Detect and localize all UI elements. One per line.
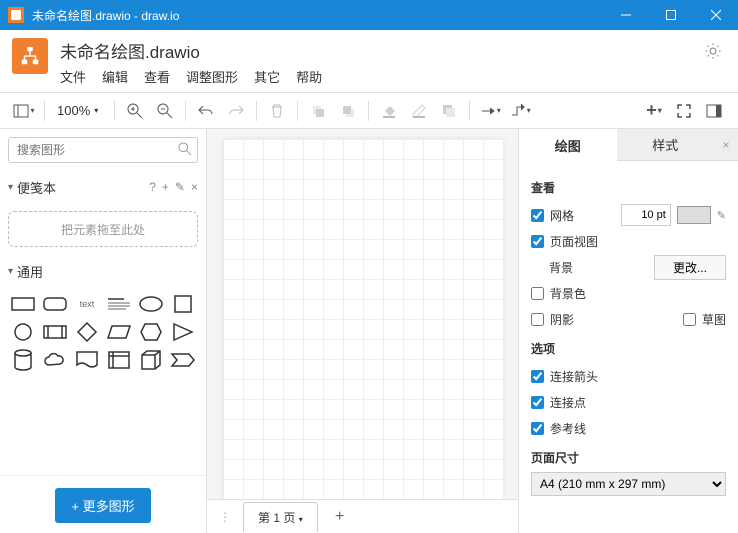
window-title: 未命名绘图.drawio - draw.io [32,7,603,24]
insert-button[interactable]: +▾ [640,97,668,125]
add-icon[interactable]: + [162,180,169,194]
line-color-button[interactable] [405,97,433,125]
view-toggle-button[interactable]: ▾ [10,97,38,125]
chevron-down-icon: ▾ [8,266,13,277]
fullscreen-button[interactable] [670,97,698,125]
search-input[interactable] [8,137,198,163]
edit-icon[interactable]: ✎ [717,209,726,222]
page-tab-1[interactable]: 第 1 页 ▾ [243,502,318,532]
shape-process[interactable] [40,319,70,345]
shape-diamond[interactable] [72,319,102,345]
shape-internal-storage[interactable] [104,347,134,373]
conn-arrows-checkbox[interactable] [531,370,544,383]
sketch-checkbox[interactable] [683,313,696,326]
menu-extras[interactable]: 其它 [254,67,280,86]
page[interactable] [223,139,503,499]
shape-ellipse[interactable] [136,291,166,317]
general-section[interactable]: ▾ 通用 [8,259,198,283]
shadow-button[interactable] [435,97,463,125]
shape-rectangle[interactable] [8,291,38,317]
app-logo [12,38,48,74]
options-group-label: 选项 [531,340,726,357]
grid-checkbox[interactable] [531,209,544,222]
shapes-palette: text [0,287,206,377]
page-view-checkbox[interactable] [531,235,544,248]
shape-text[interactable]: text [72,291,102,317]
background-color-checkbox[interactable] [531,287,544,300]
to-front-button[interactable] [304,97,332,125]
header: 未命名绘图.drawio 文件 编辑 查看 调整图形 其它 帮助 [0,30,738,93]
tab-diagram[interactable]: 绘图 [519,129,617,161]
shape-triangle[interactable] [168,319,198,345]
menu-edit[interactable]: 编辑 [102,67,128,86]
grid-size-input[interactable] [621,204,671,226]
shape-document[interactable] [72,347,102,373]
right-panel: 绘图 样式 × 查看 网格 ✎ 页面视图 背景 更改... [518,129,738,533]
menu-help[interactable]: 帮助 [296,67,322,86]
titlebar: 未命名绘图.drawio - draw.io [0,0,738,30]
grid-color-swatch[interactable] [677,206,711,224]
help-icon[interactable]: ? [149,180,156,194]
menu-arrange[interactable]: 调整图形 [186,67,238,86]
view-group-label: 查看 [531,179,726,196]
page-size-select[interactable]: A4 (210 mm x 297 mm) [531,472,726,496]
fill-color-button[interactable] [375,97,403,125]
shape-rounded-rectangle[interactable] [40,291,70,317]
add-page-button[interactable]: + [326,503,354,531]
waypoint-button[interactable]: ▾ [506,97,534,125]
search-icon[interactable] [178,142,192,159]
zoom-in-button[interactable] [121,97,149,125]
canvas[interactable] [207,129,518,499]
shape-parallelogram[interactable] [104,319,134,345]
theme-toggle-button[interactable] [700,38,726,67]
scratchpad-section[interactable]: ▾ 便笺本 ? + ✎ × [8,175,198,199]
shadow-checkbox[interactable] [531,313,544,326]
minimize-button[interactable] [603,0,648,30]
shape-cloud[interactable] [40,347,70,373]
change-background-button[interactable]: 更改... [654,255,726,280]
app-icon [8,7,24,23]
edit-icon[interactable]: ✎ [175,180,185,194]
left-panel: ▾ 便笺本 ? + ✎ × 把元素拖至此处 ▾ 通用 text [0,129,207,533]
toolbar: ▾ 100%▾ ▾ ▾ +▾ [0,93,738,129]
tab-style[interactable]: 样式 [617,129,715,161]
page-size-label: 页面尺寸 [531,449,726,466]
document-title[interactable]: 未命名绘图.drawio [60,38,700,63]
zoom-dropdown[interactable]: 100%▾ [51,97,108,125]
connection-button[interactable]: ▾ [476,97,504,125]
shape-cylinder[interactable] [8,347,38,373]
chevron-down-icon: ▾ [8,182,13,193]
shape-heading[interactable] [104,291,134,317]
close-button[interactable] [693,0,738,30]
shape-hexagon[interactable] [136,319,166,345]
menu-view[interactable]: 查看 [144,67,170,86]
close-panel-button[interactable]: × [714,129,738,161]
pages-menu-icon[interactable]: ⋮ [215,510,235,524]
shape-circle[interactable] [8,319,38,345]
delete-button[interactable] [263,97,291,125]
undo-button[interactable] [192,97,220,125]
menubar: 文件 编辑 查看 调整图形 其它 帮助 [60,67,700,92]
shape-step[interactable] [168,347,198,373]
maximize-button[interactable] [648,0,693,30]
to-back-button[interactable] [334,97,362,125]
format-panel-button[interactable] [700,97,728,125]
menu-file[interactable]: 文件 [60,67,86,86]
redo-button[interactable] [222,97,250,125]
shape-square[interactable] [168,291,198,317]
close-icon[interactable]: × [191,180,198,194]
guides-checkbox[interactable] [531,422,544,435]
shape-cube[interactable] [136,347,166,373]
zoom-out-button[interactable] [151,97,179,125]
scratchpad-dropzone[interactable]: 把元素拖至此处 [8,211,198,247]
conn-points-checkbox[interactable] [531,396,544,409]
canvas-area: ⋮ 第 1 页 ▾ + [207,129,518,533]
